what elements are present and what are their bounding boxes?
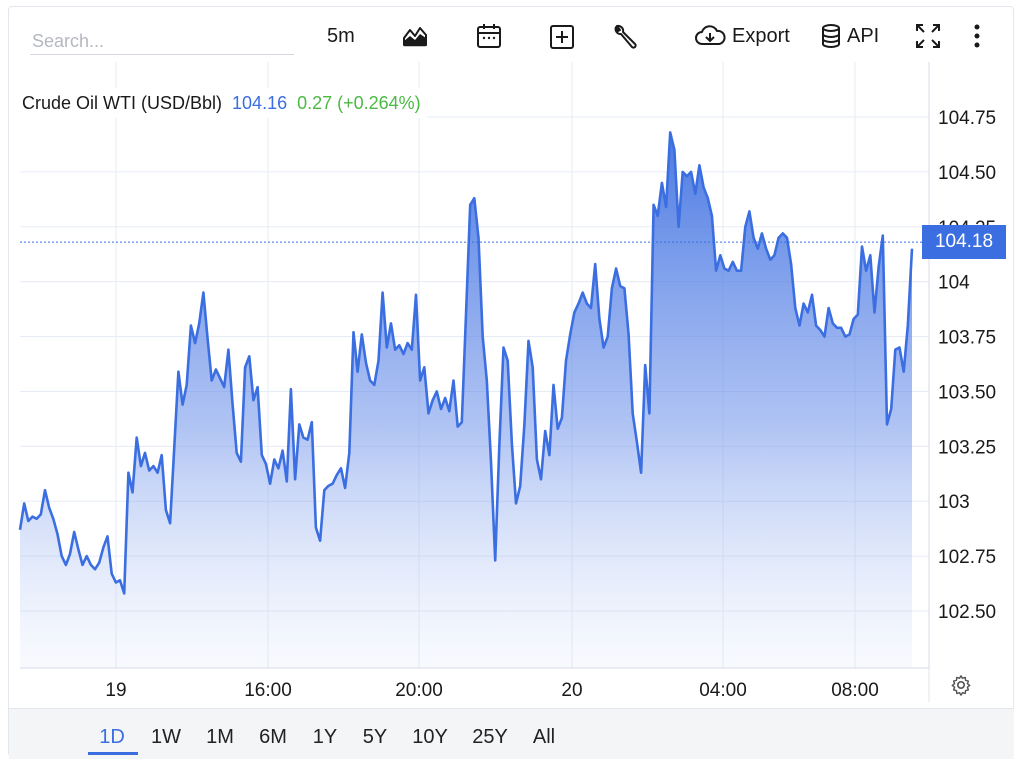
last-price-tag: 104.18 [922, 225, 1006, 260]
legend-change: 0.27 (+0.264%) [297, 92, 421, 113]
x-tick-label: 16:00 [244, 680, 292, 701]
y-tick-label: 104 [938, 273, 970, 294]
x-tick-label: 20:00 [395, 680, 443, 701]
active-range-underline [88, 752, 138, 755]
y-tick-label: 103.50 [938, 382, 996, 403]
settings-gear-icon[interactable] [950, 674, 972, 696]
y-tick-label: 103.75 [938, 328, 996, 349]
instrument-name: Crude Oil WTI (USD/Bbl) [22, 92, 223, 113]
y-tick-label: 103 [938, 492, 970, 513]
y-tick-label: 102.75 [938, 547, 996, 568]
x-tick-label: 08:00 [831, 680, 879, 701]
range-button-1y[interactable]: 1Y [305, 726, 345, 749]
range-button-1d[interactable]: 1D [92, 726, 132, 749]
range-button-25y[interactable]: 25Y [470, 726, 510, 749]
x-tick-label: 19 [105, 680, 126, 701]
range-button-10y[interactable]: 10Y [410, 726, 450, 749]
legend-price: 104.16 [232, 92, 288, 113]
price-area-fill [20, 132, 912, 668]
y-tick-label: 102.50 [938, 602, 996, 623]
range-button-1m[interactable]: 1M [200, 726, 240, 749]
x-tick-label: 20 [561, 680, 582, 701]
range-button-1w[interactable]: 1W [146, 726, 186, 749]
y-tick-label: 103.25 [938, 437, 996, 458]
range-button-all[interactable]: All [524, 726, 564, 749]
chart-legend: Crude Oil WTI (USD/Bbl) 104.16 0.27 (+0.… [16, 88, 427, 118]
range-button-6m[interactable]: 6M [253, 726, 293, 749]
range-button-5y[interactable]: 5Y [355, 726, 395, 749]
y-tick-label: 104.75 [938, 108, 996, 129]
x-tick-label: 04:00 [699, 680, 747, 701]
y-tick-label: 104.50 [938, 163, 996, 184]
